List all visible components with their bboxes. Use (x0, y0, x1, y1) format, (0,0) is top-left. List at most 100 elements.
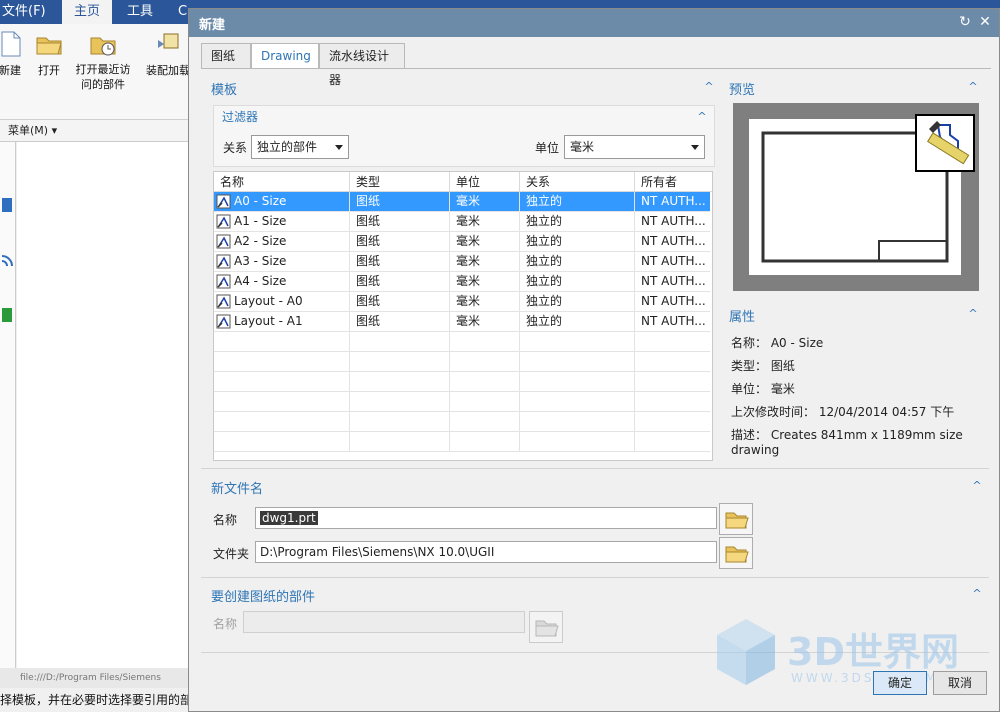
table-row[interactable]: Layout - A1 图纸 毫米 独立的 NT AUTH... (214, 312, 710, 332)
new-file-icon (1, 31, 21, 57)
cell-name (214, 332, 350, 352)
chevron-down-icon: ▾ (48, 124, 58, 137)
cell-type (350, 392, 450, 412)
section-divider (201, 468, 989, 469)
dialog-title: 新建 (199, 18, 226, 33)
browse-filename-button[interactable] (719, 503, 753, 535)
cell-unit (450, 412, 520, 432)
section-divider (201, 577, 989, 578)
prop-modified-label: 上次修改时间： (731, 405, 816, 419)
open-recent-label: 打开最近访问的部件 (75, 63, 131, 91)
cell-relation: 独立的 (520, 292, 635, 312)
assembly-load-button[interactable]: 装配加载 (144, 30, 192, 78)
cell-owner: NT AUTH... (635, 312, 712, 332)
cell-name: A0 - Size (214, 192, 350, 212)
open-button[interactable]: 打开 (34, 30, 64, 78)
dropdown-arrow-icon (691, 145, 699, 150)
unit-value: 毫米 (570, 140, 595, 154)
tab-home[interactable]: 主页 (62, 0, 113, 24)
column-header-unit[interactable]: 单位 (450, 172, 520, 192)
unit-select[interactable]: 毫米 (564, 135, 705, 159)
cancel-button[interactable]: 取消 (933, 671, 987, 695)
part-navigator-icon[interactable] (1, 306, 13, 326)
unit-label: 单位 (535, 141, 560, 155)
cell-relation (520, 432, 635, 452)
collapse-new-filename-icon[interactable]: ^ (971, 480, 983, 491)
cell-name: A3 - Size (214, 252, 350, 272)
table-row[interactable]: A0 - Size 图纸 毫米 独立的 NT AUTH... (214, 192, 710, 212)
open-folder-icon (725, 546, 749, 563)
close-icon[interactable]: ✕ (977, 14, 993, 30)
table-row[interactable]: A3 - Size 图纸 毫米 独立的 NT AUTH... (214, 252, 710, 272)
recent-folder-icon (90, 37, 116, 56)
tab-line-designer[interactable]: 流水线设计器 (319, 43, 405, 87)
prop-type-label: 类型： (731, 359, 768, 373)
collapse-part-icon[interactable]: ^ (971, 588, 983, 599)
collapse-properties-icon[interactable]: ^ (967, 308, 979, 319)
table-row[interactable]: Layout - A0 图纸 毫米 独立的 NT AUTH... (214, 292, 710, 312)
properties-section-title: 属性 (729, 310, 756, 325)
cell-type: 图纸 (350, 192, 450, 212)
drawing-template-icon (216, 234, 231, 249)
tab-drawing[interactable]: Drawing (251, 43, 319, 69)
empty-table-row (214, 372, 710, 392)
relation-label: 关系 (223, 141, 248, 155)
column-header-owner[interactable]: 所有者 (635, 172, 712, 192)
cell-unit (450, 372, 520, 392)
reset-icon[interactable]: ↻ (957, 14, 973, 30)
cell-relation: 独立的 (520, 232, 635, 252)
cell-relation (520, 372, 635, 392)
empty-table-row (214, 432, 710, 452)
cell-owner (635, 332, 712, 352)
column-header-name[interactable]: 名称 (214, 172, 350, 192)
new-filename-section-title: 新文件名 (211, 482, 264, 497)
part-name-label: 名称 (213, 617, 238, 631)
folder-value: D:\Program Files\Siemens\NX 10.0\UGII (260, 545, 495, 559)
cell-owner: NT AUTH... (635, 212, 712, 232)
collapse-preview-icon[interactable]: ^ (967, 81, 979, 92)
prop-desc-value: Creates 841mm x 1189mm size (770, 428, 963, 442)
empty-table-row (214, 412, 710, 432)
tab-drawing-cn[interactable]: 图纸 (201, 43, 251, 69)
folder-input[interactable]: D:\Program Files\Siemens\NX 10.0\UGII (255, 541, 717, 563)
cell-owner: NT AUTH... (635, 252, 712, 272)
filename-input[interactable]: dwg1.prt (255, 507, 717, 529)
cell-unit: 毫米 (450, 192, 520, 212)
table-row[interactable]: A4 - Size 图纸 毫米 独立的 NT AUTH... (214, 272, 710, 292)
column-header-type[interactable]: 类型 (350, 172, 450, 192)
relation-select[interactable]: 独立的部件 (251, 135, 349, 159)
app-title-fragment: C (178, 4, 188, 19)
open-folder-icon (36, 37, 62, 55)
app-ribbon: 新建 打开 打开最近访问的部件 装配加载 (0, 24, 200, 120)
table-row[interactable]: A1 - Size 图纸 毫米 独立的 NT AUTH... (214, 212, 710, 232)
drawing-sheet-preview (749, 114, 975, 275)
cell-relation (520, 352, 635, 372)
column-header-relation[interactable]: 关系 (520, 172, 635, 192)
prop-name-label: 名称： (731, 336, 768, 350)
collapse-filter-icon[interactable]: ^ (696, 111, 708, 122)
cell-type (350, 412, 450, 432)
collapse-template-icon[interactable]: ^ (703, 81, 715, 92)
template-section-title: 模板 (211, 83, 238, 98)
tab-tools[interactable]: 工具 (127, 0, 153, 24)
cell-owner (635, 392, 712, 412)
prop-modified-value: 12/04/2014 04:57 下午 (818, 405, 955, 419)
cell-relation: 独立的 (520, 252, 635, 272)
table-row[interactable]: A2 - Size 图纸 毫米 独立的 NT AUTH... (214, 232, 710, 252)
wifi-signal-icon[interactable] (1, 250, 13, 270)
graphics-area[interactable] (17, 142, 190, 672)
cube-logo-icon (717, 619, 775, 685)
file-menu[interactable]: 文件(F) (2, 0, 46, 24)
cell-owner: NT AUTH... (635, 192, 712, 212)
ok-button[interactable]: 确定 (873, 671, 927, 695)
cell-owner: NT AUTH... (635, 232, 712, 252)
browse-folder-button[interactable] (719, 537, 753, 569)
cell-name (214, 412, 350, 432)
assembly-navigator-icon[interactable] (1, 196, 13, 216)
menu-button[interactable]: 菜单(M) (8, 124, 48, 137)
assembly-load-label: 装配加载 (146, 64, 190, 77)
drawing-template-icon (216, 214, 231, 229)
new-button[interactable]: 新建 (0, 30, 24, 78)
cell-name: A4 - Size (214, 272, 350, 292)
open-recent-button[interactable]: 打开最近访问的部件 (72, 30, 134, 92)
